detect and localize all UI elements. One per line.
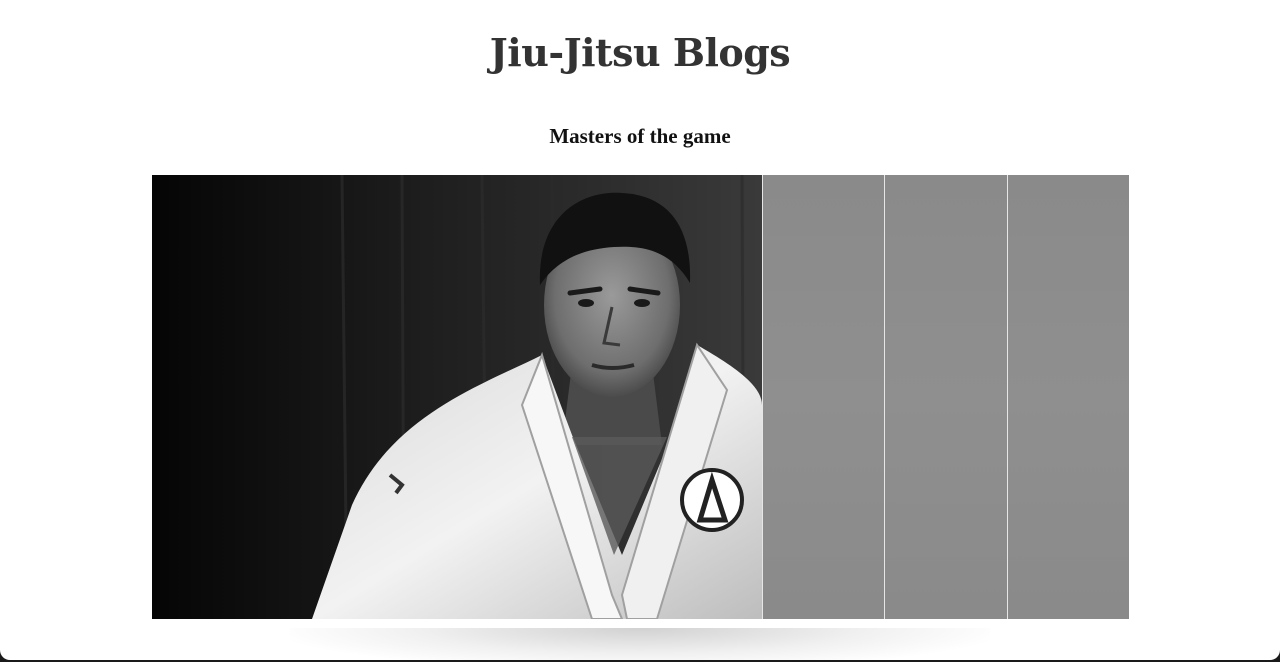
- gallery-panel-3[interactable]: [885, 175, 1007, 619]
- card-shadow: [290, 628, 990, 660]
- site-title: Jiu-Jitsu Blogs: [489, 30, 791, 75]
- gallery-panel-master-photo[interactable]: [152, 175, 762, 619]
- image-gallery: [152, 175, 1129, 619]
- master-portrait-image: [152, 175, 762, 619]
- section-title: Masters of the game: [549, 124, 731, 148]
- page: Jiu-Jitsu Blogs Masters of the game: [0, 0, 1280, 660]
- gallery-panel-4[interactable]: [1007, 175, 1129, 619]
- gallery-panel-2[interactable]: [763, 175, 885, 619]
